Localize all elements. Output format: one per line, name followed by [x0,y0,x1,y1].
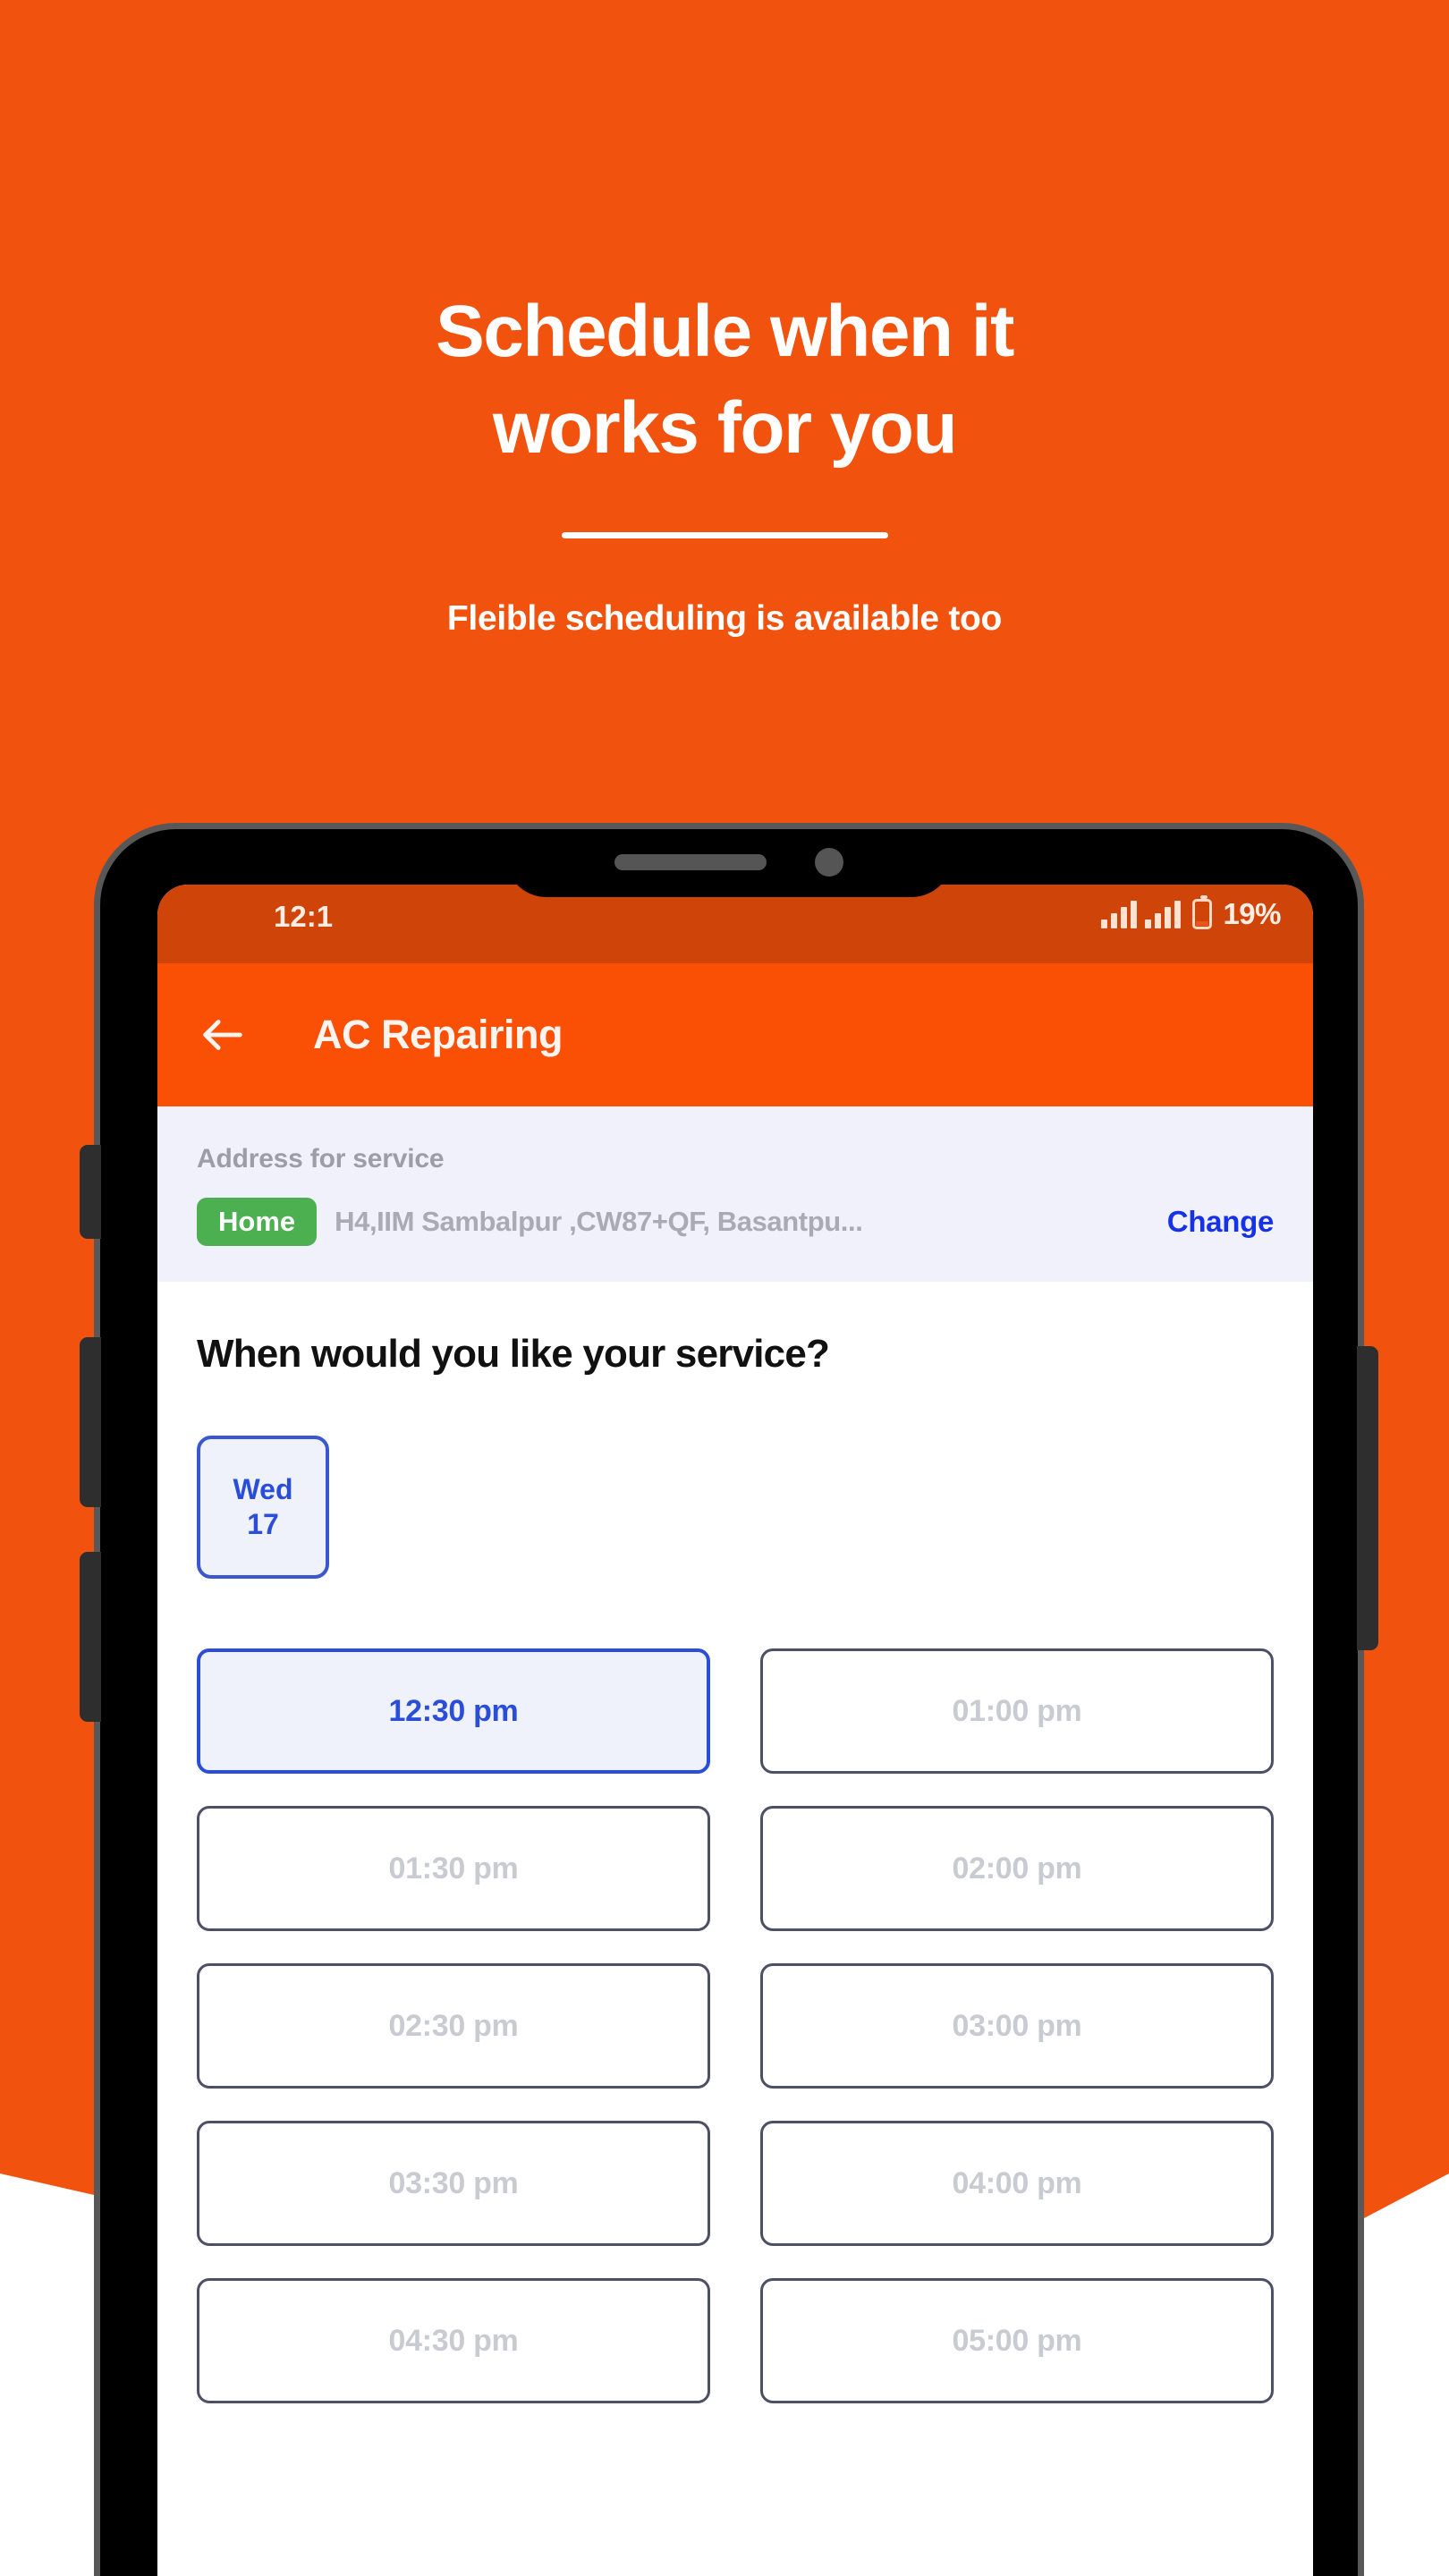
time-slot[interactable]: 02:30 pm [197,1963,710,2089]
time-slot[interactable]: 12:30 pm [197,1648,710,1774]
back-arrow-icon[interactable] [197,1009,249,1061]
status-bar-time: 12:1 [274,900,334,933]
time-slot[interactable]: 02:00 pm [760,1806,1274,1931]
time-slot[interactable]: 03:00 pm [760,1963,1274,2089]
phone-notch [505,829,953,897]
scheduling-question: When would you like your service? [197,1332,830,1376]
address-type-badge: Home [197,1198,318,1246]
time-slot[interactable]: 04:30 pm [197,2278,710,2403]
phone-button-left-3[interactable] [80,1552,101,1722]
time-slot[interactable]: 04:00 pm [760,2121,1274,2246]
promo-copy: Schedule when it works for you Fleible s… [0,295,1449,639]
app-bar: AC Repairing [157,963,1313,1106]
date-chip-dow: Wed [233,1473,293,1506]
date-selector: Wed 17 [197,1436,1274,1579]
signal-bars-icon [1101,900,1138,928]
time-slot[interactable]: 03:30 pm [197,2121,710,2246]
phone-mockup: 12:1 19% AC Repairing Address for servic… [80,823,1378,2576]
battery-percent: 19% [1223,897,1281,930]
signal-bars-icon-2 [1145,900,1182,928]
page-title: AC Repairing [313,1012,564,1057]
promo-title-line2: works for you [492,387,958,469]
phone-button-right-1[interactable] [1357,1346,1378,1650]
promo-title-line1: Schedule when it [436,291,1014,372]
address-value: H4,IIM Sambalpur ,CW87+QF, Basantpu... [335,1206,863,1237]
phone-screen: 12:1 19% AC Repairing Address for servic… [157,885,1313,2576]
promo-divider [561,532,888,538]
earpiece-speaker-icon [614,854,767,870]
phone-bezel: 12:1 19% AC Repairing Address for servic… [94,823,1364,2576]
time-slot[interactable]: 01:30 pm [197,1806,710,1931]
phone-button-left-1[interactable] [80,1145,101,1239]
change-address-button[interactable]: Change [1167,1205,1275,1239]
address-section: Address for service Home H4,IIM Sambalpu… [157,1106,1313,1282]
time-slot[interactable]: 01:00 pm [760,1648,1274,1774]
address-row: Home H4,IIM Sambalpur ,CW87+QF, Basantpu… [197,1198,1274,1246]
promo-title: Schedule when it works for you [233,295,1216,465]
phone-button-left-2[interactable] [80,1337,101,1507]
battery-icon [1192,895,1213,929]
time-slot-grid: 12:30 pm 01:00 pm 01:30 pm 02:00 pm 02:3… [197,1648,1274,2439]
status-bar-indicators: 19% [1101,895,1281,931]
promo-screenshot: Schedule when it works for you Fleible s… [0,0,1449,2576]
time-slot[interactable]: 05:00 pm [760,2278,1274,2403]
date-chip[interactable]: Wed 17 [197,1436,329,1579]
promo-subtitle: Fleible scheduling is available too [446,599,1003,638]
front-camera-icon [815,848,843,877]
scheduling-section: When would you like your service? Wed 17… [157,1282,1313,2439]
address-label: Address for service [197,1144,445,1174]
date-chip-day: 17 [247,1508,279,1540]
